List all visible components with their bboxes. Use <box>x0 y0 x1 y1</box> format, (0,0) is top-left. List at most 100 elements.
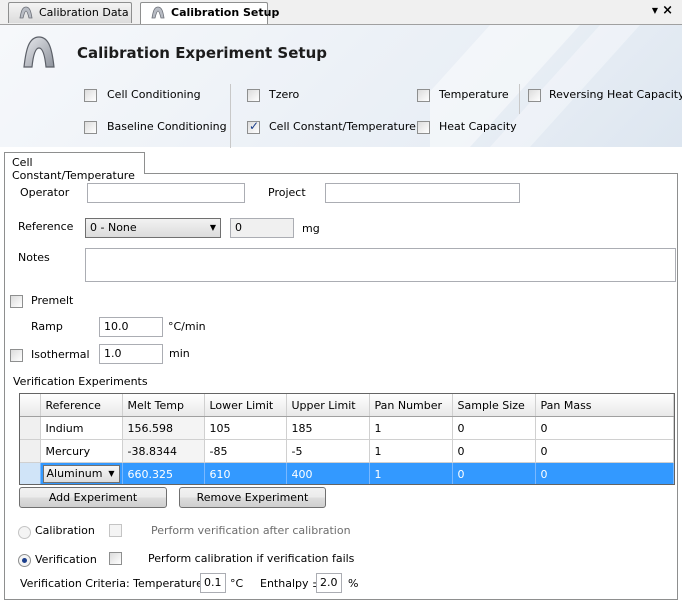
operator-label: Operator <box>20 186 70 199</box>
lower-limit-cell[interactable]: 105 <box>204 416 287 440</box>
ta-logo-icon <box>151 6 165 19</box>
reversing-heat-capacity-label: Reversing Heat Capacity <box>549 88 682 101</box>
lower-limit-cell[interactable]: 610 <box>204 462 287 484</box>
remove-experiment-button[interactable]: Remove Experiment <box>179 487 326 508</box>
sample-size-cell[interactable]: 0 <box>452 416 536 440</box>
column-header[interactable]: Melt Temp <box>122 394 205 417</box>
criteria-temperature-label: Verification Criteria: Temperature ± <box>20 577 216 590</box>
cell-constant-temperature-checkbox[interactable] <box>247 119 260 134</box>
row-header[interactable] <box>20 462 41 484</box>
table-row-selected[interactable]: Aluminum ▼ 660.325 610 400 1 0 0 <box>20 462 674 484</box>
temperature-unit-label: °C <box>230 577 244 590</box>
heat-capacity-checkbox[interactable] <box>417 121 430 134</box>
perform-calibration-label: Perform calibration if verification fail… <box>148 552 355 565</box>
tab-list-dropdown-icon[interactable]: ▼ <box>652 6 658 15</box>
verification-experiments-label: Verification Experiments <box>13 375 148 388</box>
tab-label: Calibration Data <box>39 6 129 19</box>
calibration-radio-label: Calibration <box>35 524 95 537</box>
ta-logo-icon <box>23 36 55 68</box>
reference-cell-dropdown[interactable]: Aluminum ▼ <box>42 465 120 483</box>
ta-logo-icon <box>19 6 33 19</box>
cell-conditioning-label: Cell Conditioning <box>107 88 201 101</box>
tab-calibration-setup[interactable]: Calibration Setup <box>140 2 279 24</box>
reference-cell[interactable]: Mercury <box>40 439 123 463</box>
temperature-tolerance-field[interactable]: 0.1 <box>200 573 226 593</box>
column-header[interactable]: Pan Mass <box>535 394 674 417</box>
enthalpy-label: Enthalpy ± <box>260 577 322 590</box>
pan-mass-cell[interactable]: 0 <box>535 462 674 484</box>
chevron-down-icon: ▼ <box>108 469 115 478</box>
table-row[interactable]: Mercury -38.8344 -85 -5 1 0 0 <box>20 439 674 463</box>
project-label: Project <box>268 186 306 199</box>
document-tab-strip: Calibration Data Calibration Setup ▼ × <box>0 0 682 25</box>
column-header[interactable]: Sample Size <box>452 394 536 417</box>
upper-limit-cell[interactable]: 400 <box>286 462 370 484</box>
temperature-checkbox[interactable] <box>417 89 430 102</box>
divider <box>230 84 231 148</box>
calibration-radio[interactable] <box>18 526 31 539</box>
sample-size-cell[interactable]: 0 <box>452 462 536 484</box>
enthalpy-tolerance-field[interactable]: 2.0 <box>316 573 342 593</box>
pan-number-cell[interactable]: 1 <box>369 416 453 440</box>
pan-mass-cell[interactable]: 0 <box>535 416 674 440</box>
pan-mass-cell[interactable]: 0 <box>535 439 674 463</box>
row-header[interactable] <box>20 416 41 440</box>
grid-corner <box>20 394 41 417</box>
tab-calibration-data[interactable]: Calibration Data <box>8 2 132 23</box>
divider <box>519 84 520 114</box>
tzero-checkbox[interactable] <box>247 89 260 102</box>
notes-label: Notes <box>18 251 50 264</box>
row-header[interactable] <box>20 439 41 463</box>
isothermal-field[interactable]: 1.0 <box>99 344 163 364</box>
pan-number-cell[interactable]: 1 <box>369 462 453 484</box>
pan-number-cell[interactable]: 1 <box>369 439 453 463</box>
reference-label: Reference <box>18 220 74 233</box>
verification-radio[interactable] <box>18 554 31 567</box>
verification-radio-label: Verification <box>35 553 97 566</box>
temperature-label: Temperature <box>439 88 509 101</box>
column-header[interactable]: Reference <box>40 394 123 417</box>
tab-cell-constant-temperature[interactable]: Cell Constant/Temperature <box>4 152 145 182</box>
project-field[interactable] <box>325 183 520 203</box>
close-icon[interactable]: × <box>662 3 673 18</box>
melt-temp-cell: 660.325 <box>122 462 205 484</box>
cell-conditioning-checkbox[interactable] <box>84 89 97 102</box>
column-header[interactable]: Lower Limit <box>204 394 287 417</box>
isothermal-checkbox[interactable] <box>10 349 23 362</box>
reference-selected-value: 0 - None <box>90 221 137 234</box>
reversing-heat-capacity-checkbox[interactable] <box>528 89 541 102</box>
tzero-label: Tzero <box>269 88 300 101</box>
melt-temp-cell: -38.8344 <box>122 439 205 463</box>
reference-cell-value: Aluminum <box>46 467 103 480</box>
perform-calibration-checkbox[interactable] <box>109 552 122 565</box>
heat-capacity-label: Heat Capacity <box>439 120 517 133</box>
add-experiment-button[interactable]: Add Experiment <box>19 487 167 508</box>
baseline-conditioning-checkbox[interactable] <box>84 121 97 134</box>
table-row[interactable]: Indium 156.598 105 185 1 0 0 <box>20 416 674 440</box>
perform-verification-checkbox[interactable] <box>109 524 122 537</box>
reference-dropdown[interactable]: 0 - None ▼ <box>85 218 221 238</box>
lower-limit-cell[interactable]: -85 <box>204 439 287 463</box>
notes-field[interactable] <box>85 248 676 282</box>
isothermal-unit-label: min <box>169 347 190 360</box>
ramp-field[interactable]: 10.0 <box>99 317 163 337</box>
chevron-down-icon: ▼ <box>209 223 216 232</box>
melt-temp-cell: 156.598 <box>122 416 205 440</box>
enthalpy-unit-label: % <box>348 577 359 590</box>
column-header[interactable]: Pan Number <box>369 394 453 417</box>
ramp-unit-label: °C/min <box>168 320 206 333</box>
reference-cell[interactable]: Indium <box>40 416 123 440</box>
operator-field[interactable] <box>87 183 245 203</box>
isothermal-label: Isothermal <box>31 348 90 361</box>
upper-limit-cell[interactable]: 185 <box>286 416 370 440</box>
upper-limit-cell[interactable]: -5 <box>286 439 370 463</box>
reference-mass-field[interactable]: 0 <box>230 218 294 238</box>
sample-size-cell[interactable]: 0 <box>452 439 536 463</box>
reference-cell[interactable]: Aluminum ▼ <box>40 462 123 484</box>
premelt-label: Premelt <box>31 294 74 307</box>
tab-label: Calibration Setup <box>171 6 280 19</box>
premelt-checkbox[interactable] <box>10 295 23 308</box>
column-header[interactable]: Upper Limit <box>286 394 370 417</box>
baseline-conditioning-label: Baseline Conditioning <box>107 120 227 133</box>
cell-constant-temperature-label: Cell Constant/Temperature <box>269 120 416 133</box>
